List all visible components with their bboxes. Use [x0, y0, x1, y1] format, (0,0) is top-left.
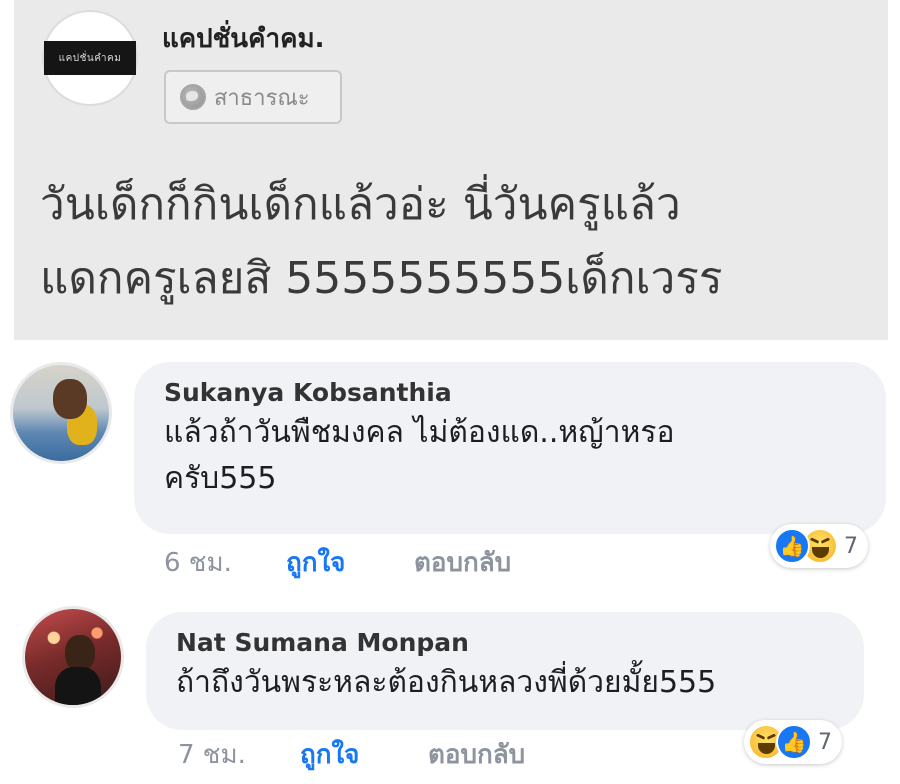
reply-button[interactable]: ตอบกลับ [428, 734, 525, 775]
reply-button[interactable]: ตอบกลับ [414, 542, 511, 583]
comment-meta: 6 ชม. ถูกใจ ตอบกลับ [164, 542, 511, 583]
comment-timestamp[interactable]: 7 ชม. [178, 734, 300, 775]
page-avatar-label: แคปชั่นคำคม [44, 41, 136, 75]
post-text-line: วันเด็กก็กินเด็กแล้วอ่ะ นี่วันครูแล้ว [40, 179, 681, 230]
avatar[interactable] [10, 362, 112, 464]
comment-author[interactable]: Nat Sumana Monpan [176, 626, 834, 660]
privacy-label: สาธารณะ [214, 85, 310, 111]
reaction-count: 7 [844, 533, 858, 559]
comment-text: แล้วถ้าวันพืชมงคล ไม่ต้องแด..หญ้าหรอ ครั… [164, 410, 856, 502]
comment-bubble: Sukanya Kobsanthia แล้วถ้าวันพืชมงคล ไม่… [134, 362, 886, 534]
comment-author[interactable]: Sukanya Kobsanthia [164, 376, 856, 410]
avatar[interactable] [22, 606, 124, 708]
shared-post-card: แคปชั่นคำคม แคปชั่นคำคม. สาธารณะ วันเด็ก… [14, 0, 888, 340]
like-button[interactable]: ถูกใจ [286, 542, 414, 583]
like-button[interactable]: ถูกใจ [300, 734, 428, 775]
reaction-count: 7 [818, 729, 832, 755]
comment-meta: 7 ชม. ถูกใจ ตอบกลับ [178, 734, 525, 775]
like-icon: 👍 [774, 528, 810, 564]
globe-icon [180, 84, 206, 110]
post-text: วันเด็กก็กินเด็กแล้วอ่ะ นี่วันครูแล้ว แด… [40, 168, 880, 316]
privacy-chip: สาธารณะ [164, 70, 342, 124]
comment-text-line: แล้วถ้าวันพืชมงคล ไม่ต้องแด..หญ้าหรอ [164, 415, 675, 450]
reactions-summary[interactable]: 👍 7 [770, 524, 868, 568]
comment-bubble: Nat Sumana Monpan ถ้าถึงวันพระหละต้องกิน… [146, 612, 864, 730]
reactions-summary[interactable]: 👍 7 [744, 720, 842, 764]
comment-text-line: ครับ555 [164, 461, 277, 496]
page-name[interactable]: แคปชั่นคำคม. [162, 18, 324, 59]
post-text-line: แดกครูเลยสิ 5555555555เด็กเวรร [40, 253, 723, 304]
page-avatar[interactable]: แคปชั่นคำคม [42, 10, 138, 106]
like-icon: 👍 [776, 724, 812, 760]
comment-timestamp[interactable]: 6 ชม. [164, 542, 286, 583]
comment-text-line: ถ้าถึงวันพระหละต้องกินหลวงพี่ด้วยมั้ย555 [176, 665, 717, 700]
comment-text: ถ้าถึงวันพระหละต้องกินหลวงพี่ด้วยมั้ย555 [176, 660, 834, 706]
